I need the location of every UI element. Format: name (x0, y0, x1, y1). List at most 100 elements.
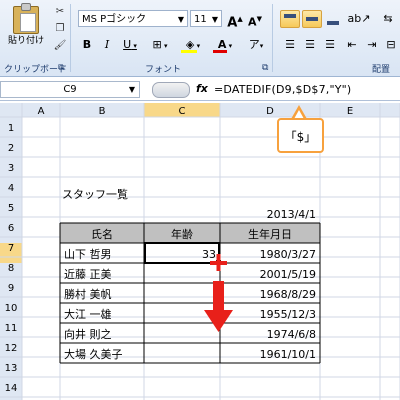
font-launcher-icon[interactable]: ⧉ (262, 63, 268, 73)
row-header-1[interactable]: 1 (8, 123, 14, 134)
name-box-value: C9 (63, 84, 77, 95)
row-header-6[interactable]: 6 (8, 223, 14, 234)
font-size-value: 11 (194, 14, 207, 25)
formula-input[interactable]: =DATEDIF(D9,$D$7,"Y") (214, 83, 351, 96)
fill-color-button[interactable]: ◈ ▾ (178, 36, 208, 54)
font-group-label: フォント (145, 65, 182, 75)
fill-color-swatch (181, 50, 197, 53)
column-header-B[interactable]: B (99, 106, 106, 117)
row-header-8[interactable]: 8 (8, 263, 14, 274)
borders-icon: ⊞ (152, 38, 162, 51)
font-name-select[interactable]: MS Pゴシック ▼ (78, 10, 188, 27)
align-left-button[interactable]: ☰ (280, 36, 300, 54)
formula-bar-grip[interactable] (152, 82, 190, 98)
align-middle-button[interactable] (302, 10, 322, 28)
formula-bar: C9 ▼ fx =DATEDIF(D9,$D$7,"Y") (0, 80, 400, 101)
merge-center-button[interactable]: ⊟ (382, 36, 400, 54)
header-birth: 生年月日 (248, 227, 292, 241)
paste-button[interactable]: 貼り付け (4, 3, 48, 64)
row-header-7[interactable]: 7 (8, 243, 14, 254)
increase-indent-button[interactable]: ⇥ (362, 36, 382, 54)
row-header-11[interactable]: 11 (5, 323, 18, 334)
worksheet-grid[interactable]: ABCDE 123456789101112131415 スタッフ一覧 2013/… (0, 103, 400, 400)
copy-icon[interactable]: ❐ (52, 23, 68, 37)
align-bottom-button[interactable] (324, 10, 344, 28)
italic-icon: I (104, 38, 110, 51)
font-color-button[interactable]: A ▾ (210, 36, 240, 54)
shrink-font-button[interactable]: A▼ (246, 10, 264, 29)
chevron-down-icon: ▼ (128, 85, 135, 94)
align-middle-icon (306, 17, 318, 21)
phonetic-icon: ア (248, 38, 260, 51)
staff-name[interactable]: 近藤 正美 (64, 268, 112, 281)
chevron-down-icon: ▼ (177, 15, 184, 24)
staff-name[interactable]: 山下 哲男 (64, 248, 112, 261)
staff-birth[interactable]: 2001/5/19 (260, 268, 316, 281)
row-header-5[interactable]: 5 (8, 203, 14, 214)
align-right-icon: ☰ (325, 38, 335, 51)
phonetic-button[interactable]: ア▾ (244, 36, 268, 54)
staff-name[interactable]: 勝村 美帆 (64, 287, 112, 301)
align-center-button[interactable]: ☰ (300, 36, 320, 54)
row-header-10[interactable]: 10 (5, 303, 18, 314)
reference-date[interactable]: 2013/4/1 (267, 208, 316, 221)
column-header-C[interactable]: C (179, 106, 186, 117)
chevron-down-icon: ▼ (211, 15, 218, 24)
staff-name[interactable]: 向井 則之 (64, 327, 112, 341)
italic-button[interactable]: I (98, 36, 116, 54)
align-right-button[interactable]: ☰ (320, 36, 340, 54)
column-header-D[interactable]: D (266, 106, 274, 117)
group-divider (272, 4, 273, 72)
font-color-swatch (213, 50, 227, 53)
staff-birth[interactable]: 1980/3/27 (260, 248, 316, 261)
row-header-13[interactable]: 13 (5, 363, 18, 374)
row-header-4[interactable]: 4 (8, 183, 14, 194)
group-divider (70, 4, 71, 72)
clipboard-launcher-icon[interactable]: ⧉ (58, 63, 64, 73)
align-top-button[interactable] (280, 10, 300, 28)
column-header-A[interactable]: A (38, 106, 45, 117)
row-header-3[interactable]: 3 (8, 163, 14, 174)
staff-birth[interactable]: 1974/6/8 (267, 328, 316, 341)
staff-birth[interactable]: 1955/12/3 (260, 308, 316, 321)
row-header-12[interactable]: 12 (5, 343, 18, 354)
sheet-title[interactable]: スタッフ一覧 (62, 187, 128, 201)
merge-center-icon: ⊟ (386, 38, 396, 51)
header-age: 年齢 (171, 227, 193, 241)
dollar-callout: 「$」 (277, 118, 324, 153)
bold-button[interactable]: B (78, 36, 96, 54)
clipboard-icon (13, 3, 39, 34)
column-header-E[interactable]: E (347, 106, 353, 117)
insert-function-button[interactable]: fx (196, 82, 208, 95)
format-painter-icon[interactable]: 🖌 (52, 40, 68, 54)
orientation-button[interactable]: ab↗ (346, 10, 372, 28)
row-header-2[interactable]: 2 (8, 143, 14, 154)
staff-name[interactable]: 大江 一雄 (64, 307, 112, 321)
cut-icon[interactable]: ✂ (52, 6, 68, 20)
font-size-select[interactable]: 11 ▼ (190, 10, 222, 27)
clipboard-tools: ✂ ❐ 🖌 (52, 6, 68, 57)
name-box[interactable]: C9 ▼ (0, 81, 140, 98)
align-left-icon: ☰ (285, 38, 295, 51)
align-top-icon (284, 14, 296, 18)
shrink-font-icon: A (248, 15, 257, 29)
grow-font-button[interactable]: A▲ (226, 10, 244, 31)
row-header-14[interactable]: 14 (5, 383, 18, 394)
staff-age[interactable]: 33 (202, 248, 216, 261)
row-header-9[interactable]: 9 (8, 283, 14, 294)
underline-button[interactable]: U ▾ (118, 36, 142, 54)
header-name: 氏名 (91, 227, 113, 241)
orientation-icon: ab↗ (347, 12, 371, 25)
borders-button[interactable]: ⊞ ▾ (146, 36, 174, 54)
align-center-icon: ☰ (305, 38, 315, 51)
underline-icon: U (123, 38, 132, 51)
decrease-indent-button[interactable]: ⇤ (342, 36, 362, 54)
staff-birth[interactable]: 1968/8/29 (260, 288, 316, 301)
staff-name[interactable]: 大場 久美子 (64, 347, 123, 361)
grow-font-icon: A (227, 15, 238, 31)
font-name-value: MS Pゴシック (82, 14, 147, 25)
wrap-text-button[interactable]: ⇆ (378, 10, 398, 28)
align-bottom-icon (327, 21, 339, 25)
staff-birth[interactable]: 1961/10/1 (260, 348, 316, 361)
decrease-indent-icon: ⇤ (347, 38, 357, 51)
